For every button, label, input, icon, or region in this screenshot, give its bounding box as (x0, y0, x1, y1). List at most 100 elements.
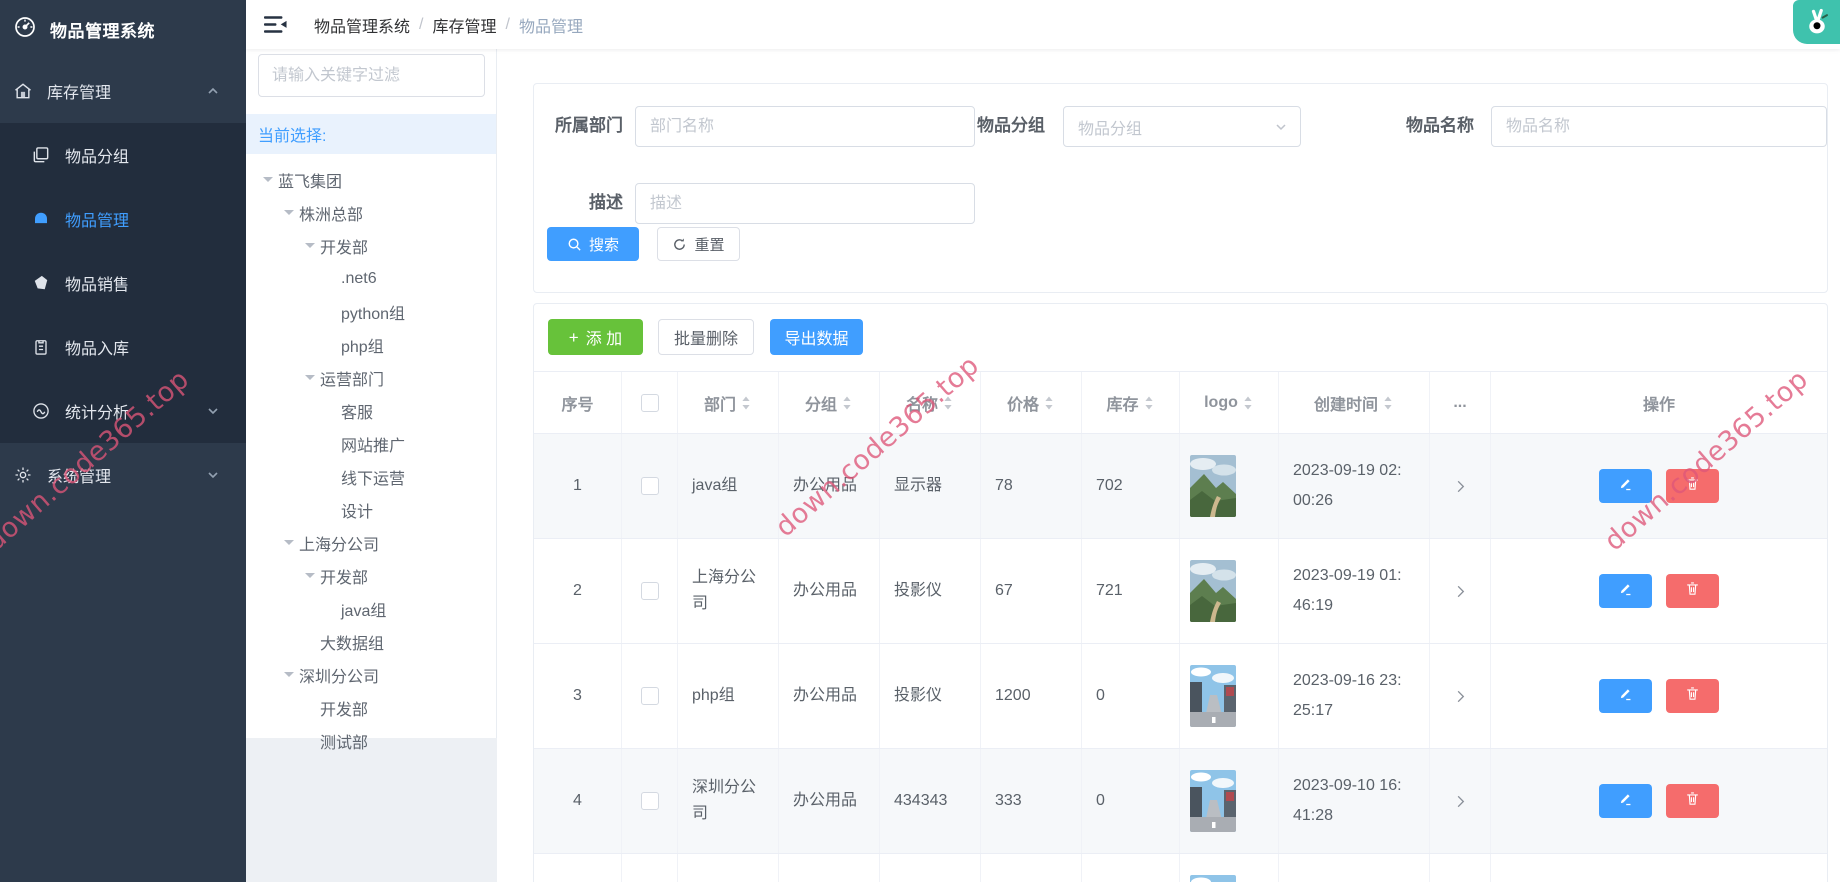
search-button[interactable]: 搜索 (547, 227, 639, 261)
table-row-1: 1 java组 办公用品 显示器 78 702 2023-09-19 02: 00:26 (534, 434, 1827, 539)
tree-node-3[interactable]: .net6 (246, 262, 496, 295)
header-cell-8[interactable]: 创建时间 (1279, 372, 1430, 433)
cell-price: 78 (981, 434, 1082, 538)
breadcrumb-item-inventory[interactable]: 库存管理 (432, 13, 496, 37)
sidebar-item-3[interactable]: 物品销售 (0, 251, 246, 315)
row-checkbox[interactable] (640, 582, 659, 600)
expand-row-icon[interactable] (1453, 689, 1468, 704)
cell-group (779, 854, 880, 882)
expand-row-icon[interactable] (1453, 479, 1468, 494)
tree-node-5[interactable]: php组 (246, 328, 496, 361)
tree-node-13[interactable]: java组 (246, 592, 496, 625)
mascot-badge[interactable] (1793, 0, 1840, 44)
cell-actions (1491, 749, 1827, 853)
item-name-input[interactable] (1491, 106, 1827, 147)
row-checkbox[interactable] (640, 687, 659, 705)
hamburger-menu-icon[interactable] (264, 14, 287, 35)
search-card: 所属部门 物品分组 物品分组 物品名称 描述 搜索 (533, 83, 1828, 293)
cell-price: 1200 (981, 644, 1082, 748)
cell-select (622, 749, 678, 853)
tree-node-14[interactable]: 大数据组 (246, 625, 496, 658)
add-button[interactable]: + 添 加 (548, 319, 643, 355)
edit-button[interactable] (1599, 469, 1652, 503)
header-cell-0: 序号 (534, 372, 622, 433)
plus-icon: + (568, 327, 579, 347)
column-label: 名称 (905, 396, 938, 414)
delete-button[interactable] (1666, 679, 1719, 713)
cell-created: 2023-09-19 02: 00:26 (1279, 434, 1430, 538)
header-cell-5[interactable]: 价格 (981, 372, 1082, 433)
cell-created: 2023-09-10 16: (1279, 854, 1430, 882)
batch-delete-button[interactable]: 批量删除 (658, 319, 754, 355)
edit-button[interactable] (1599, 574, 1652, 608)
items-table: 序号 部门 分组 名称 价格 库存 logo 创建时间... 操作 1 java组 办公用品 显示器 7… (534, 371, 1827, 882)
header-cell-7[interactable]: logo (1180, 372, 1279, 433)
row-checkbox[interactable] (640, 477, 659, 495)
tree-node-17[interactable]: 测试部 (246, 724, 496, 757)
header-cell-6[interactable]: 库存 (1082, 372, 1180, 433)
tree-node-6[interactable]: 运营部门 (246, 361, 496, 394)
cell-created: 2023-09-10 16: 41:28 (1279, 749, 1430, 853)
mountain-photo (1190, 560, 1236, 622)
delete-button[interactable] (1666, 784, 1719, 818)
tree-node-4[interactable]: python组 (246, 295, 496, 328)
department-tree-panel: 当前选择: 蓝飞集团株洲总部开发部.net6python组php组运营部门客服网… (246, 49, 497, 882)
tree-node-15[interactable]: 深圳分公司 (246, 658, 496, 691)
sidebar-item-4[interactable]: 物品入库 (0, 315, 246, 379)
tree-node-1[interactable]: 株洲总部 (246, 196, 496, 229)
tree-filter-input[interactable] (258, 54, 485, 97)
tree-node-12[interactable]: 开发部 (246, 559, 496, 592)
select-all-checkbox[interactable] (640, 393, 659, 412)
sidebar-item-1[interactable]: 物品分组 (0, 123, 246, 187)
column-label: ... (1453, 393, 1467, 411)
tree-node-7[interactable]: 客服 (246, 394, 496, 427)
warehouse-icon (12, 80, 34, 102)
cell-name: 投影仪 (880, 644, 981, 748)
expand-row-icon[interactable] (1453, 584, 1468, 599)
dept-name-input[interactable] (635, 106, 975, 147)
tree-node-8[interactable]: 网站推广 (246, 427, 496, 460)
group-field-label: 物品分组 (977, 116, 1045, 135)
caret-expanded-icon (279, 535, 299, 550)
table-card: + 添 加 批量删除 导出数据 序号 部门 分组 名称 价格 库存 logo 创建时间... 操… (533, 303, 1828, 882)
tree-node-10[interactable]: 设计 (246, 493, 496, 526)
current-selection-chip: 当前选择: (246, 114, 496, 154)
sidebar-item-2[interactable]: 物品管理 (0, 187, 246, 251)
tree-node-0[interactable]: 蓝飞集团 (246, 163, 496, 196)
delete-button[interactable] (1666, 469, 1719, 503)
header-cell-3[interactable]: 分组 (779, 372, 880, 433)
tree-node-11[interactable]: 上海分公司 (246, 526, 496, 559)
description-input[interactable] (635, 183, 975, 224)
export-data-button[interactable]: 导出数据 (770, 319, 863, 355)
submenu-block: 物品分组 物品管理 物品销售 物品入库 统计分析 (0, 123, 246, 443)
reset-button[interactable]: 重置 (657, 227, 740, 261)
cell-actions (1491, 854, 1827, 882)
tree-node-9[interactable]: 线下运营 (246, 460, 496, 493)
top-header: 物品管理系统 / 库存管理 / 物品管理 (246, 0, 1840, 49)
edit-button[interactable] (1599, 784, 1652, 818)
cell-seq: 2 (534, 539, 622, 643)
app-logo-row[interactable]: 物品管理系统 (0, 0, 246, 59)
trash-icon (1684, 790, 1701, 812)
refresh-icon (674, 238, 686, 250)
breadcrumb-item-home[interactable]: 物品管理系统 (314, 13, 410, 37)
cell-seq: 3 (534, 644, 622, 748)
delete-button[interactable] (1666, 574, 1719, 608)
sidebar-item-0[interactable]: 库存管理 (0, 59, 246, 123)
chevron-down-icon (1276, 123, 1286, 130)
sidebar-item-5[interactable]: 统计分析 (0, 379, 246, 443)
header-cell-4[interactable]: 名称 (880, 372, 981, 433)
row-checkbox[interactable] (640, 792, 659, 810)
sort-caret-icon (1143, 393, 1155, 413)
header-cell-2[interactable]: 部门 (678, 372, 779, 433)
cell-name: 投影仪 (880, 539, 981, 643)
item-group-select[interactable]: 物品分组 (1063, 106, 1301, 147)
tree-node-16[interactable]: 开发部 (246, 691, 496, 724)
expand-row-icon[interactable] (1453, 794, 1468, 809)
sidebar-item-6[interactable]: 系统管理 (0, 443, 246, 507)
edit-button[interactable] (1599, 679, 1652, 713)
tree-node-2[interactable]: 开发部 (246, 229, 496, 262)
